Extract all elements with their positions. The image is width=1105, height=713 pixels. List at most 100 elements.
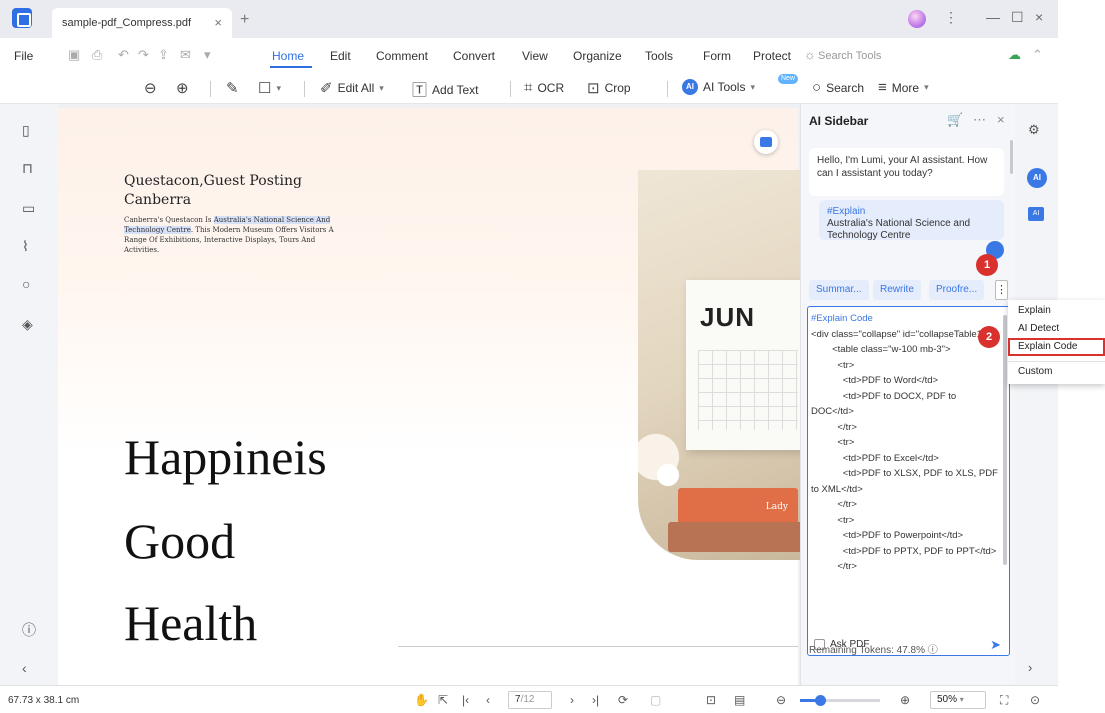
select-tool-icon[interactable]: ⇱ (438, 693, 448, 707)
next-page-icon[interactable]: › (570, 693, 574, 707)
search-label: Search (826, 80, 865, 95)
menu-form[interactable]: Form (703, 49, 731, 63)
layers-icon[interactable]: ◈ (22, 316, 33, 333)
minimize-icon[interactable]: — (986, 9, 1000, 25)
document-viewer[interactable]: Questacon,Guest Posting Canberra Canberr… (58, 104, 800, 685)
heading-line-2: Canberra (124, 192, 192, 208)
menu-lines-icon: ≡ (878, 79, 887, 96)
prompt-text[interactable]: #Explain Code <div class="collapse" id="… (811, 311, 1001, 575)
menu-organize[interactable]: Organize (573, 49, 622, 63)
proofread-chip[interactable]: Proofre... (929, 280, 985, 300)
zoom-out-button[interactable]: ⊖ (144, 79, 157, 97)
fit-page-icon[interactable]: ⊡ (706, 693, 716, 707)
last-page-icon[interactable]: ›| (592, 693, 599, 707)
menu-edit[interactable]: Edit (330, 49, 351, 63)
menu-protect[interactable]: Protect (753, 49, 791, 63)
big-word-2: Good (124, 513, 236, 569)
properties-icon[interactable]: ⚙ (1028, 122, 1040, 138)
sidebar-scrollbar[interactable] (1010, 140, 1013, 174)
fullscreen-icon[interactable]: ⛶ (1000, 693, 1008, 708)
new-tab-icon[interactable]: + (240, 11, 249, 29)
search-icon[interactable]: ○ (22, 276, 30, 292)
calendar-image: JUN (686, 280, 800, 450)
share-icon[interactable]: ⇪ (158, 48, 172, 62)
rectangle-icon: ☐ (258, 80, 272, 97)
more-button[interactable]: ≡ More ▾ (878, 79, 929, 96)
crop-icon: ⊡ (587, 80, 600, 97)
zoom-slider[interactable] (800, 695, 880, 706)
cart-icon[interactable]: 🛒 (947, 112, 963, 128)
page-layout-icon[interactable]: ▤ (734, 693, 745, 707)
collapse-ribbon-icon[interactable]: ⌃ (1032, 48, 1046, 62)
add-text-button[interactable]: 🅃 Add Text (412, 79, 479, 100)
more-prompts-button[interactable]: ⋮ (995, 280, 1008, 300)
chevron-down-icon: ▾ (750, 81, 755, 92)
heading-line-1: Questacon,Guest Posting (124, 173, 302, 189)
mail-icon[interactable]: ✉ (180, 48, 194, 62)
user-avatar[interactable] (908, 10, 926, 28)
shape-button[interactable]: ☐ ▾ (258, 79, 281, 97)
help-icon[interactable]: ⓘ (928, 645, 938, 656)
rewrite-chip[interactable]: Rewrite (873, 280, 921, 300)
undo-icon[interactable]: ↶ (118, 48, 132, 62)
help-icon[interactable]: ⓘ (22, 620, 36, 640)
attachment-icon[interactable]: ⌇ (22, 238, 29, 255)
zoom-out-status-icon[interactable]: ⊖ (776, 693, 786, 707)
previous-page-icon[interactable]: ‹ (486, 693, 490, 707)
dropdown-item-explain-code[interactable]: Explain Code (1008, 338, 1105, 356)
ribbon-toolbar: ⊖ ⊕ ✎ ☐ ▾ ✐ Edit All ▾ 🅃 Add Text ⌗ OCR ⊡ Crop… (0, 72, 1058, 104)
menu-tools[interactable]: Tools (645, 49, 673, 63)
floating-ai-button[interactable] (754, 130, 778, 154)
page-mode-icon[interactable]: ▢ (650, 693, 661, 707)
search-tools-field[interactable]: Search Tools (818, 50, 881, 62)
close-sidebar-icon[interactable]: × (997, 112, 1005, 127)
ocr-button[interactable]: ⌗ OCR (524, 79, 564, 96)
comment-icon[interactable]: ▭ (22, 200, 35, 217)
window-menu-icon[interactable]: ⋮ (944, 9, 958, 26)
more-options-icon[interactable]: ⋯ (973, 112, 986, 128)
zoom-slider-handle[interactable] (815, 695, 826, 706)
ai-translate-icon[interactable]: AI (1028, 207, 1044, 221)
dropdown-item-explain[interactable]: Explain (1008, 302, 1105, 320)
menu-home[interactable]: Home (272, 49, 304, 63)
zoom-level-select[interactable]: 50% ▾ (930, 691, 986, 709)
hand-tool-icon[interactable]: ✋ (414, 693, 429, 707)
prompt-input[interactable]: #Explain Code <div class="collapse" id="… (807, 306, 1010, 656)
quick-access-dropdown-icon[interactable]: ▾ (204, 48, 218, 62)
first-page-icon[interactable]: |‹ (462, 693, 469, 707)
search-button[interactable]: ○ Search (812, 79, 864, 96)
save-icon[interactable]: ▣ (68, 48, 82, 62)
expand-right-icon[interactable]: › (1028, 660, 1032, 675)
highlight-button[interactable]: ✎ (226, 79, 239, 97)
book-image-2 (668, 522, 800, 552)
menu-view[interactable]: View (522, 49, 548, 63)
dropdown-item-custom[interactable]: Custom (1008, 363, 1105, 381)
edit-all-button[interactable]: ✐ Edit All ▾ (320, 79, 384, 97)
prompt-scrollbar[interactable] (1003, 315, 1007, 565)
cloud-sync-icon[interactable]: ☁ (1008, 48, 1022, 62)
document-tab[interactable]: sample-pdf_Compress.pdf × (52, 8, 232, 38)
summarize-chip[interactable]: Summar... (809, 280, 869, 300)
ai-assistant-icon[interactable]: AI (1027, 168, 1047, 188)
rotate-icon[interactable]: ⟳ (618, 693, 628, 707)
zoom-in-button[interactable]: ⊕ (176, 79, 189, 97)
thumbnails-icon[interactable]: ▯ (22, 122, 30, 139)
settings-icon[interactable]: ⊙ (1030, 693, 1040, 707)
collapse-left-icon[interactable]: ‹ (22, 660, 27, 676)
tab-close-icon[interactable]: × (214, 15, 222, 30)
page-number-field[interactable]: 7/12 (508, 691, 552, 709)
bookmark-icon[interactable]: ⊓ (22, 160, 33, 177)
dropdown-item-ai-detect[interactable]: AI Detect (1008, 320, 1105, 338)
ai-tools-button[interactable]: AI AI Tools ▾ (682, 79, 755, 95)
crop-button[interactable]: ⊡ Crop (587, 79, 631, 97)
menu-comment[interactable]: Comment (376, 49, 428, 63)
maximize-icon[interactable]: ☐ (1011, 9, 1024, 26)
print-icon[interactable]: ⎙ (92, 48, 106, 62)
menu-file[interactable]: File (14, 49, 33, 63)
redo-icon[interactable]: ↷ (138, 48, 152, 62)
zoom-in-status-icon[interactable]: ⊕ (900, 693, 910, 707)
send-icon[interactable]: ➤ (990, 637, 1001, 653)
close-window-icon[interactable]: × (1035, 9, 1043, 25)
add-text-label: Add Text (432, 82, 479, 97)
menu-convert[interactable]: Convert (453, 49, 495, 63)
